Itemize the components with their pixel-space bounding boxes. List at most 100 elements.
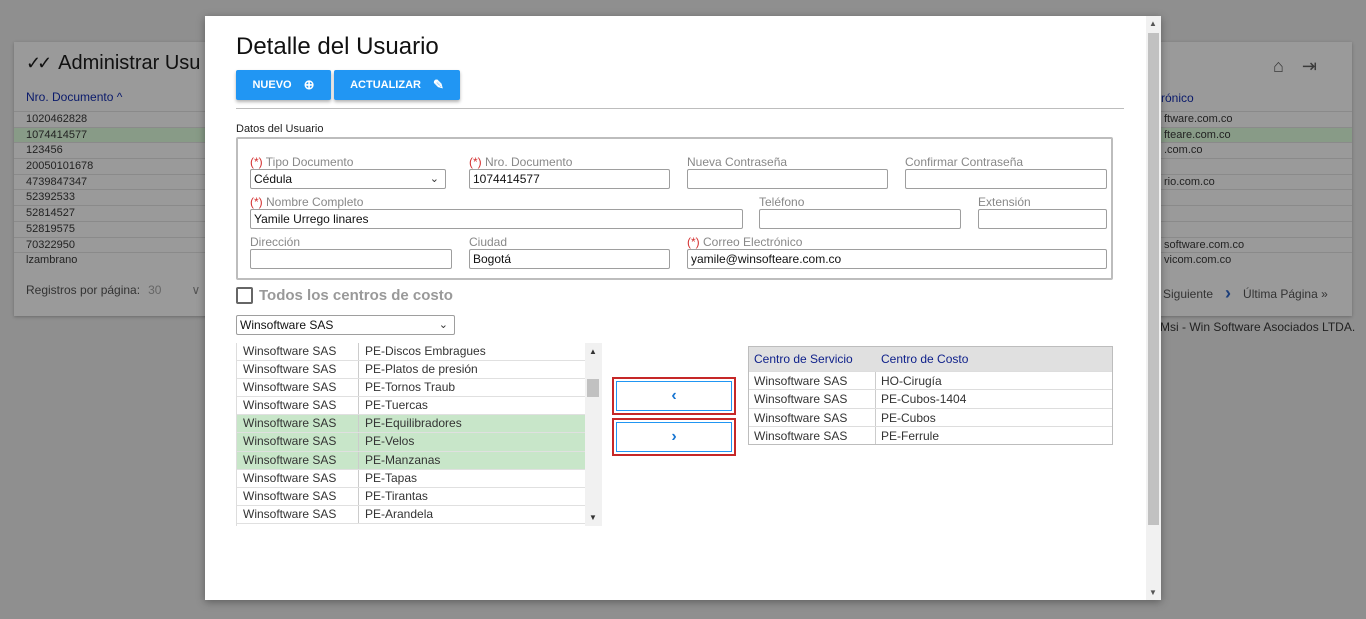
column-header-document[interactable]: Nro. Documento ^ xyxy=(26,90,122,104)
direccion-label: Dirección xyxy=(250,235,301,249)
move-right-frame: › xyxy=(612,418,736,456)
cell-cost-center: PE-Discos Embragues xyxy=(365,344,486,358)
cell-email: .com.co xyxy=(1164,144,1203,157)
next-page-link[interactable]: Siguiente xyxy=(1163,287,1213,301)
cell-email: ftware.com.co xyxy=(1164,113,1233,125)
list-item[interactable]: Winsoftware SAS PE-Equilibradores xyxy=(237,415,585,434)
table-row[interactable]: Winsoftware SAS PE-Ferrule xyxy=(749,425,1112,445)
nombre-completo-input[interactable]: Yamile Urrego linares xyxy=(250,209,743,229)
tipo-documento-select[interactable]: Cédula ⌄ xyxy=(250,169,446,189)
confirmar-contrasena-input[interactable] xyxy=(905,169,1107,189)
cell-document: 1020462828 xyxy=(26,113,88,125)
cell-company: Winsoftware SAS xyxy=(237,433,359,451)
header-service[interactable]: Centro de Servicio xyxy=(749,347,876,371)
company-select[interactable]: Winsoftware SAS ⌄ xyxy=(236,315,455,335)
list-scroll-thumb[interactable] xyxy=(587,379,599,397)
modal-scrollbar[interactable]: ▲ ▼ xyxy=(1146,16,1161,600)
sort-up-icon: ^ xyxy=(116,90,123,104)
divider xyxy=(236,108,1124,109)
list-item[interactable]: Winsoftware SAS PE-Tornos Traub xyxy=(237,379,585,398)
list-item[interactable]: Winsoftware SAS PE-Arandela xyxy=(237,505,585,524)
cell-cost-center: PE-Equilibradores xyxy=(365,416,462,431)
list-item[interactable]: Winsoftware SAS PE-Discos Embragues xyxy=(237,343,585,362)
all-cost-centers-checkbox[interactable] xyxy=(236,287,253,304)
section-label: Datos del Usuario xyxy=(236,123,324,135)
available-cost-centers-list: Winsoftware SAS PE-Discos Embragues Winsof… xyxy=(236,343,602,526)
cell-email: fteare.com.co xyxy=(1164,128,1231,141)
move-left-button[interactable]: ‹ xyxy=(616,381,732,411)
cell-company: Winsoftware SAS xyxy=(237,361,359,379)
new-button[interactable]: NUEVO ⊕ xyxy=(236,70,331,100)
direccion-input[interactable] xyxy=(250,249,452,269)
user-data-fieldset: (*) Tipo Documento Cédula ⌄ (*) Nro. Doc… xyxy=(236,137,1113,280)
header-cost[interactable]: Centro de Costo xyxy=(876,347,968,371)
cell-service: Winsoftware SAS xyxy=(749,408,876,426)
table-row[interactable]: Winsoftware SAS PE-Cubos xyxy=(749,407,1112,426)
scroll-up-icon[interactable]: ▲ xyxy=(589,347,597,356)
table-row[interactable]: Winsoftware SAS HO-Cirugía xyxy=(749,371,1112,390)
column-header-email[interactable]: rónico xyxy=(1161,91,1194,105)
cell-cost-center: PE-Tuercas xyxy=(365,398,428,413)
home-icon[interactable]: ⌂ xyxy=(1273,56,1284,77)
cell-cost-center: PE-Arandela xyxy=(365,506,434,521)
page-size-select[interactable]: 30 xyxy=(148,283,161,297)
cell-document: 52819575 xyxy=(26,222,75,235)
pagination-size: Registros por página: 30 ∨ xyxy=(26,283,201,297)
extension-label: Extensión xyxy=(978,195,1031,209)
background-title: ✓✓ Administrar Usu xyxy=(26,52,201,74)
pencil-icon: ✎ xyxy=(432,77,444,92)
table-row[interactable]: Winsoftware SAS PE-Cubos-1404 xyxy=(749,389,1112,408)
extension-input[interactable] xyxy=(978,209,1107,229)
update-button[interactable]: ACTUALIZAR ✎ xyxy=(334,70,460,100)
correo-input[interactable]: yamile@winsofteare.com.co xyxy=(687,249,1107,269)
cell-cost-center: PE-Platos de presión xyxy=(365,362,478,377)
background-header-actions: ⌂ ⇥ xyxy=(1273,56,1317,77)
scroll-down-icon[interactable]: ▼ xyxy=(589,513,597,522)
cell-company: Winsoftware SAS xyxy=(237,451,359,469)
move-right-button[interactable]: › xyxy=(616,422,732,452)
cell-document: lzambrano xyxy=(26,254,78,267)
tipo-documento-label: (*) Tipo Documento xyxy=(250,155,354,169)
cell-email: software.com.co xyxy=(1164,238,1245,251)
cell-cost-center: PE-Tapas xyxy=(365,470,418,485)
assigned-table-header: Centro de Servicio Centro de Costo xyxy=(749,347,1112,371)
list-item[interactable]: Winsoftware SAS PE-Velos xyxy=(237,433,585,452)
nro-documento-input[interactable]: 1074414577 xyxy=(469,169,670,189)
list-scrollbar[interactable]: ▲ ▼ xyxy=(585,343,602,526)
nueva-contrasena-input[interactable] xyxy=(687,169,888,189)
cell-document: 52814527 xyxy=(26,207,75,220)
cell-cost: HO-Cirugía xyxy=(881,374,942,388)
cell-document: 70322950 xyxy=(26,238,75,251)
cell-document: 1074414577 xyxy=(26,128,88,141)
ciudad-input[interactable]: Bogotá xyxy=(469,249,670,269)
list-item[interactable]: Winsoftware SAS PE-Tapas xyxy=(237,469,585,488)
cell-cost: PE-Cubos-1404 xyxy=(881,392,967,407)
cell-service: Winsoftware SAS xyxy=(749,372,876,390)
cell-cost-center: PE-Manzanas xyxy=(365,452,441,467)
list-item[interactable]: Winsoftware SAS PE-Tuercas xyxy=(237,397,585,416)
chevron-right-icon[interactable]: › xyxy=(1225,283,1231,304)
move-left-frame: ‹ xyxy=(612,377,736,415)
assigned-cost-centers-table: Centro de Servicio Centro de Costo Winso… xyxy=(748,346,1113,446)
cell-company: Winsoftware SAS xyxy=(237,379,359,397)
user-detail-modal: ▲ ▼ Detalle del Usuario NUEVO ⊕ ACTUALIZ… xyxy=(205,16,1161,600)
cell-cost: PE-Ferrule xyxy=(881,428,940,443)
cell-cost-center: PE-Tirantas xyxy=(365,488,428,503)
pagination-nav: Siguiente › Última Página » xyxy=(1163,283,1328,304)
logout-icon[interactable]: ⇥ xyxy=(1302,56,1317,77)
cell-document: 52392533 xyxy=(26,191,75,204)
list-item[interactable]: Winsoftware SAS PE-Tirantas xyxy=(237,487,585,506)
list-item[interactable]: Winsoftware SAS PE-Platos de presión xyxy=(237,361,585,380)
scroll-down-icon[interactable]: ▼ xyxy=(1149,588,1157,597)
list-item[interactable]: Winsoftware SAS PE-Manzanas xyxy=(237,451,585,470)
scroll-thumb[interactable] xyxy=(1148,33,1159,525)
arrow-circle-icon: ⊕ xyxy=(303,77,315,92)
last-page-link[interactable]: Última Página » xyxy=(1243,287,1328,301)
cell-company: Winsoftware SAS xyxy=(237,343,359,361)
nueva-contrasena-label: Nueva Contraseña xyxy=(687,155,788,169)
scroll-up-icon[interactable]: ▲ xyxy=(1149,19,1157,28)
telefono-input[interactable] xyxy=(759,209,961,229)
correo-label: (*) Correo Electrónico xyxy=(687,235,803,249)
double-check-icon: ✓✓ xyxy=(26,53,52,73)
cell-document: 123456 xyxy=(26,144,63,157)
